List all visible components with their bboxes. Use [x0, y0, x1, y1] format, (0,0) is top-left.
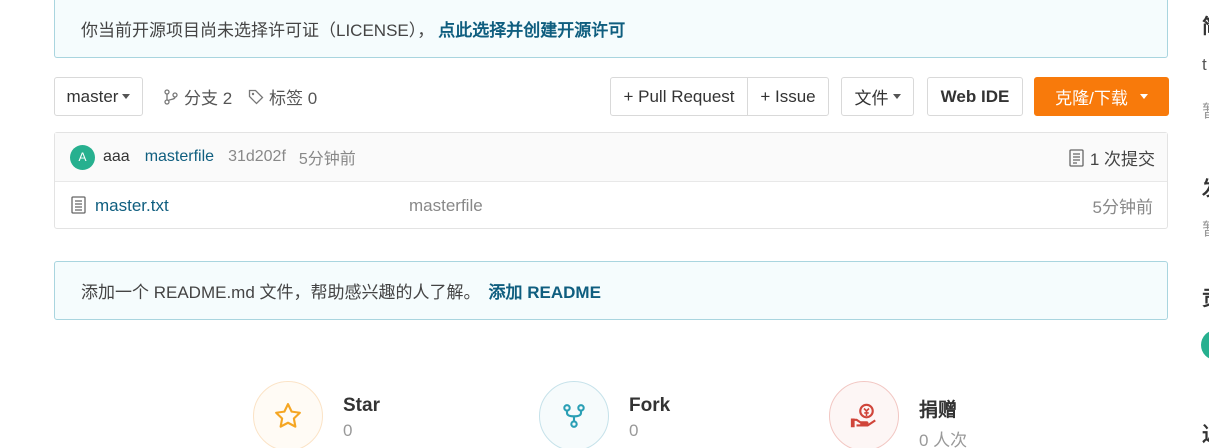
- fork-circle: [539, 381, 609, 448]
- clone-download-button[interactable]: 克隆/下载: [1034, 77, 1169, 116]
- license-notice-text: 你当前开源项目尚未选择许可证（LICENSE），: [81, 21, 435, 40]
- star-circle: [253, 381, 323, 448]
- sidebar-heading-intro: 简: [1202, 10, 1209, 39]
- branch-select[interactable]: master: [54, 77, 143, 116]
- star-icon: [275, 403, 301, 428]
- star-label: Star: [343, 395, 380, 416]
- star-count: 0: [343, 421, 353, 440]
- license-notice: 你当前开源项目尚未选择许可证（LICENSE）， 点此选择并创建开源许可: [54, 0, 1168, 58]
- fork-count: 0: [629, 421, 639, 440]
- chevron-down-icon: [1139, 94, 1148, 99]
- file-commit-message[interactable]: masterfile: [409, 196, 483, 216]
- file-menu-label: 文件: [854, 89, 889, 108]
- donate-circle: [829, 381, 899, 448]
- tag-icon: [248, 89, 264, 104]
- sidebar-heading-release: 发: [1202, 172, 1209, 201]
- sidebar-text-1: t: [1202, 55, 1207, 74]
- file-menu-button[interactable]: 文件: [841, 77, 914, 116]
- branches-link[interactable]: 分支 2: [163, 77, 232, 116]
- create-license-link[interactable]: 点此选择并创建开源许可: [438, 16, 625, 41]
- tags-link[interactable]: 标签 0: [248, 77, 317, 116]
- avatar[interactable]: A: [70, 144, 95, 170]
- sidebar-heading-contributors: 贡: [1202, 282, 1209, 311]
- right-sidebar-peek: 简 t 暂 发 暂 贡 近: [1199, 0, 1209, 448]
- fork-icon: [563, 404, 585, 428]
- chevron-down-icon: [122, 94, 131, 99]
- sidebar-text-2: 暂: [1202, 97, 1209, 122]
- contributor-avatar[interactable]: [1201, 330, 1209, 360]
- sidebar-text-3: 暂: [1202, 215, 1209, 240]
- commit-count: 1 次提交: [1089, 150, 1155, 169]
- commit-count-link[interactable]: 1 次提交: [1069, 133, 1155, 182]
- sidebar-heading-recent: 近: [1202, 418, 1209, 447]
- donate-label: 捐赠: [919, 400, 958, 421]
- repo-toolbar: master 分支 2 标签 0 + Pull Request + Issue …: [54, 77, 1169, 116]
- star-stat[interactable]: Star 0: [253, 381, 380, 448]
- file-commit-time: 5分钟前: [1092, 198, 1153, 217]
- commit-message[interactable]: masterfile: [145, 148, 214, 166]
- clone-download-label: 克隆/下载: [1055, 89, 1128, 108]
- branch-select-label: master: [66, 86, 119, 106]
- pull-request-button[interactable]: + Pull Request: [610, 77, 748, 116]
- issue-button[interactable]: + Issue: [747, 77, 829, 116]
- list-item[interactable]: master.txt masterfile 5分钟前: [55, 182, 1167, 229]
- branch-icon: [164, 88, 178, 105]
- latest-commit-row: A aaa masterfile 31d202f 5分钟前 1 次提交: [55, 133, 1167, 182]
- file-icon: [71, 196, 86, 214]
- fork-label: Fork: [629, 395, 671, 416]
- branches-count: 分支 2: [184, 89, 233, 108]
- donate-icon: [850, 403, 876, 428]
- tags-count: 标签 0: [269, 89, 318, 108]
- file-name[interactable]: master.txt: [95, 196, 169, 216]
- add-readme-link[interactable]: 添加 README: [489, 278, 601, 303]
- readme-notice-text: 添加一个 README.md 文件，帮助感兴趣的人了解。: [81, 283, 481, 302]
- donate-count: 0 人次: [919, 431, 968, 448]
- readme-notice: 添加一个 README.md 文件，帮助感兴趣的人了解。 添加 README: [54, 261, 1168, 320]
- file-browser: A aaa masterfile 31d202f 5分钟前 1 次提交 mast…: [54, 132, 1168, 229]
- fork-stat[interactable]: Fork 0: [539, 381, 670, 448]
- web-ide-button[interactable]: Web IDE: [927, 77, 1023, 116]
- commit-log-icon: [1069, 148, 1084, 167]
- commit-author[interactable]: aaa: [103, 148, 130, 166]
- commit-hash[interactable]: 31d202f: [228, 148, 286, 166]
- chevron-down-icon: [892, 94, 901, 99]
- commit-time: 5分钟前: [298, 151, 356, 168]
- donate-stat[interactable]: 捐赠 0 人次: [829, 381, 967, 448]
